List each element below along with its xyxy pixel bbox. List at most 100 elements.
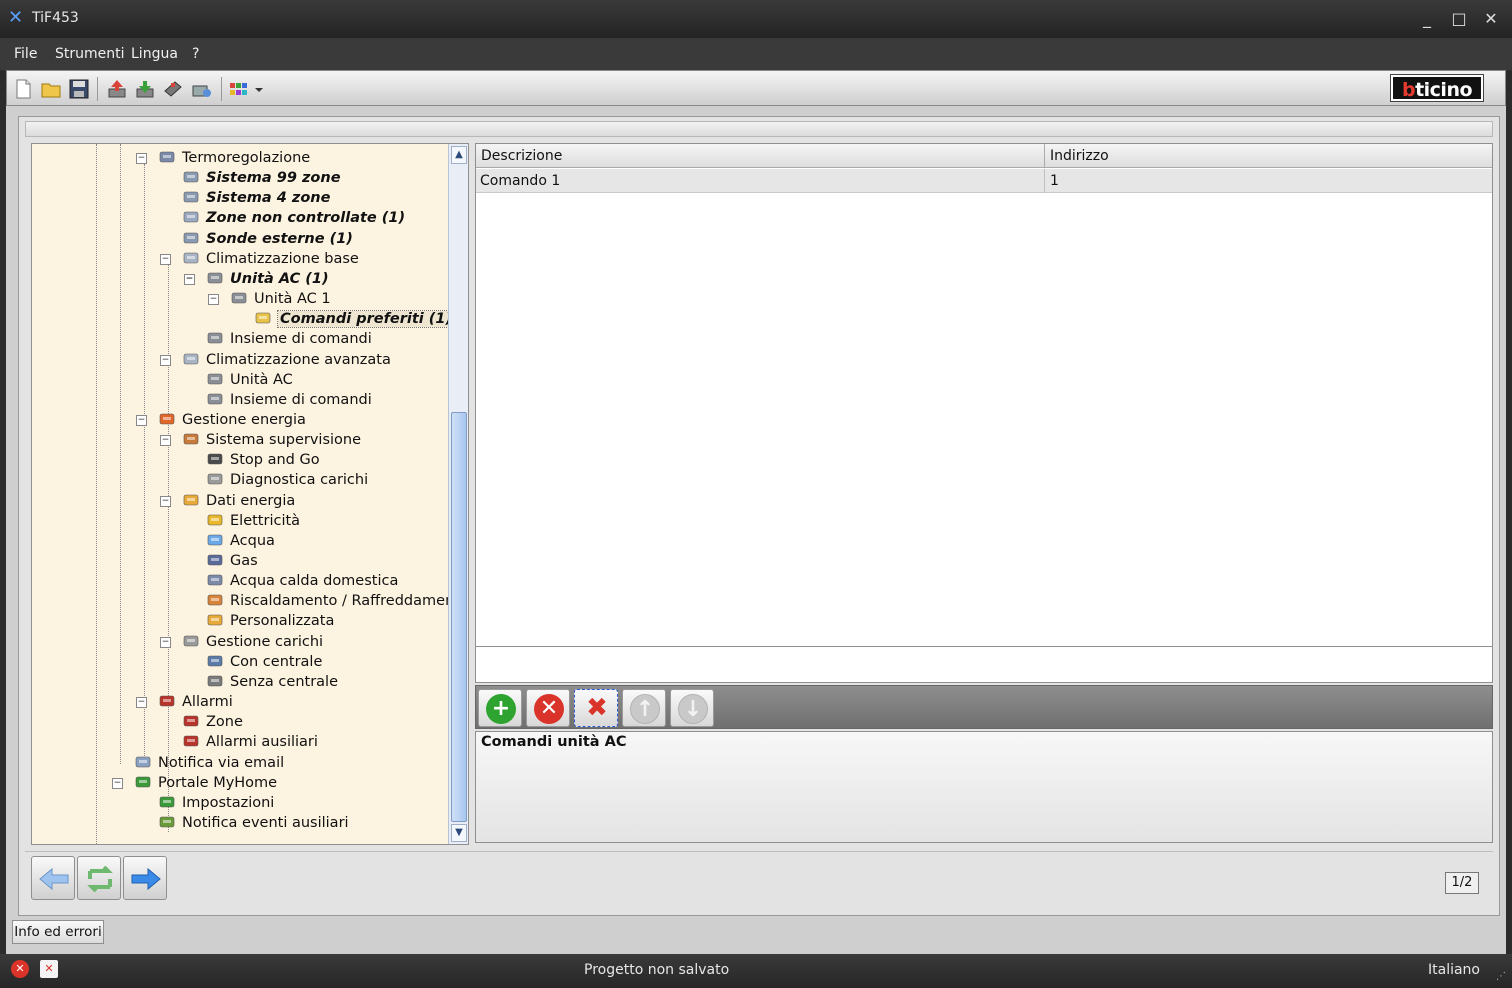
tree-item[interactable]: Elettricità — [206, 511, 300, 531]
probe-icon — [182, 230, 200, 246]
unsaved-status-icon[interactable]: ✕ — [40, 960, 58, 978]
collapse-icon[interactable]: − — [136, 697, 147, 709]
table-row[interactable]: Comando 1 1 — [476, 169, 1492, 193]
collapse-icon[interactable]: − — [136, 414, 147, 426]
tree-item-label: Unità AC (1) — [230, 270, 329, 287]
new-file-icon[interactable] — [11, 77, 35, 101]
tree-item[interactable]: Zone non controllate (1) — [182, 208, 405, 228]
tree-item[interactable]: − Gestione carichi — [160, 632, 323, 652]
tree-item[interactable]: Con centrale — [206, 652, 322, 672]
download-icon[interactable] — [133, 77, 157, 101]
collapse-icon[interactable]: − — [136, 153, 147, 164]
action-bar: + ✕ ✖ ↑ ↓ — [475, 685, 1493, 729]
grid-footer — [475, 647, 1493, 683]
tree-item[interactable]: Impostazioni — [158, 793, 274, 813]
tree-item[interactable]: Gas — [206, 551, 258, 571]
tree-item[interactable]: − Portale MyHome — [112, 773, 277, 793]
palette-dropdown-icon[interactable] — [253, 77, 265, 101]
tree-item[interactable]: − Climatizzazione avanzata — [160, 350, 391, 370]
menu-file[interactable]: File — [14, 46, 37, 62]
tree-item[interactable]: Insieme di comandi — [206, 329, 372, 349]
scroll-up-icon[interactable]: ▲ — [451, 146, 467, 164]
palette-icon[interactable] — [227, 77, 251, 101]
tree-item[interactable]: − Sistema supervisione — [160, 430, 361, 450]
ac-unit-icon — [206, 371, 224, 387]
collapse-icon[interactable]: − — [160, 253, 171, 265]
tree-item[interactable]: Notifica via email — [134, 753, 284, 773]
collapse-icon[interactable]: − — [160, 495, 171, 507]
tree-item[interactable]: − Allarmi — [136, 692, 233, 712]
back-button[interactable] — [31, 856, 75, 900]
forward-button[interactable] — [123, 856, 167, 900]
tree-item[interactable]: Stop and Go — [206, 450, 320, 470]
tree-item[interactable]: Acqua calda domestica — [206, 571, 398, 591]
tree-item-label: Insieme di comandi — [230, 331, 372, 348]
tree-item-label: Sistema 4 zone — [206, 190, 331, 207]
page-indicator: 1/2 — [1445, 872, 1479, 894]
cell-descrizione: Comando 1 — [480, 173, 561, 189]
description-title: Comandi unità AC — [481, 734, 627, 750]
menu-strumenti[interactable]: Strumenti — [55, 46, 125, 62]
open-folder-icon[interactable] — [39, 77, 63, 101]
column-descrizione[interactable]: Descrizione — [481, 148, 562, 164]
tree-guide-line — [120, 144, 121, 764]
collapse-icon[interactable]: − — [160, 435, 171, 447]
refresh-button[interactable] — [77, 856, 121, 900]
device-icon[interactable] — [161, 77, 185, 101]
upload-icon[interactable] — [105, 77, 129, 101]
tree-item-label: Comandi preferiti (1) — [276, 310, 456, 329]
tree-item[interactable]: − Unità AC 1 — [208, 289, 331, 309]
resize-grip-icon[interactable]: ⋰ — [1496, 971, 1506, 982]
tree-item[interactable]: Unità AC — [206, 370, 293, 390]
tree-item[interactable]: − Gestione energia — [136, 410, 306, 430]
tree-item[interactable]: Senza centrale — [206, 672, 338, 692]
tree-item[interactable]: Notifica eventi ausiliari — [158, 813, 349, 833]
collapse-icon[interactable]: − — [160, 636, 171, 648]
tree-item[interactable]: Sonde esterne (1) — [182, 229, 353, 249]
tree-item[interactable]: Acqua — [206, 531, 275, 551]
minimize-button[interactable]: _ — [1416, 8, 1438, 30]
save-icon[interactable] — [67, 77, 91, 101]
menu-help[interactable]: ? — [192, 46, 199, 62]
collapse-icon[interactable]: − — [112, 777, 123, 789]
scroll-down-icon[interactable]: ▼ — [451, 824, 467, 842]
collapse-icon[interactable]: − — [208, 294, 219, 306]
tree-scrollbar[interactable]: ▲ ▼ — [448, 144, 468, 844]
tree-item[interactable]: Insieme di comandi — [206, 390, 372, 410]
tree-item[interactable]: Zone — [182, 712, 243, 732]
column-indirizzo[interactable]: Indirizzo — [1050, 148, 1109, 164]
collapse-icon[interactable]: − — [160, 354, 171, 366]
delete-all-button[interactable]: ✖ — [574, 689, 618, 727]
add-button[interactable]: + — [478, 689, 522, 727]
move-up-button[interactable]: ↑ — [622, 689, 666, 727]
tree-item-label: Unità AC — [230, 371, 293, 388]
close-button[interactable]: ✕ — [1480, 8, 1502, 30]
tree-item[interactable]: − Climatizzazione base — [160, 249, 359, 269]
scrollbar-thumb[interactable] — [451, 412, 467, 822]
tree-item[interactable]: Allarmi ausiliari — [182, 732, 318, 752]
window-title: TiF453 — [32, 10, 79, 26]
tree-item[interactable]: Sistema 4 zone — [182, 188, 330, 208]
tree-item[interactable]: Personalizzata — [206, 611, 334, 631]
tree-item-label: Stop and Go — [230, 452, 320, 469]
tree-item[interactable]: Sistema 99 zone — [182, 168, 341, 188]
info-errors-button[interactable]: Info ed errori — [12, 920, 104, 944]
tree-item[interactable]: Comandi preferiti (1) — [254, 309, 456, 329]
alarm-icon — [182, 733, 200, 749]
tree-item-label: Allarmi — [182, 694, 233, 711]
maximize-button[interactable]: □ — [1448, 8, 1470, 30]
remove-button[interactable]: ✕ — [526, 689, 570, 727]
tree-item[interactable]: − Unità AC (1) — [184, 269, 329, 289]
tree-item[interactable]: − Dati energia — [160, 491, 295, 511]
tree-item[interactable]: − Termoregolazione — [136, 148, 310, 168]
tree-item[interactable]: Riscaldamento / Raffreddamento — [206, 591, 468, 611]
error-status-icon[interactable]: ✕ — [11, 960, 29, 978]
thermometer-icon — [158, 149, 176, 165]
network-device-icon[interactable] — [189, 77, 213, 101]
tree-item-label: Zone — [206, 714, 243, 731]
tree-item[interactable]: Diagnostica carichi — [206, 470, 368, 490]
tree-item-label: Diagnostica carichi — [230, 472, 369, 489]
menu-lingua[interactable]: Lingua — [131, 46, 178, 62]
move-down-button[interactable]: ↓ — [670, 689, 714, 727]
collapse-icon[interactable]: − — [184, 273, 195, 285]
